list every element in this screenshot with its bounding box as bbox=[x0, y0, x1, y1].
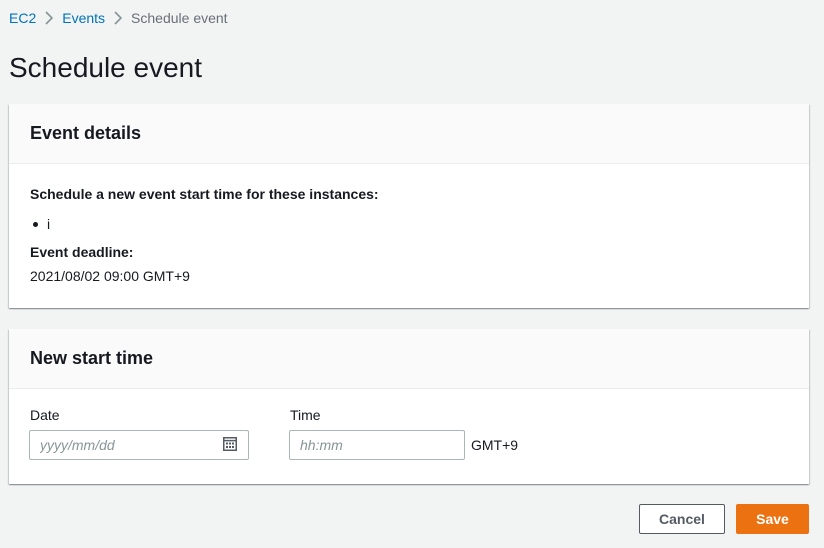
save-button[interactable]: Save bbox=[736, 504, 809, 534]
instances-label: Schedule a new event start time for thes… bbox=[30, 186, 379, 202]
instance-list: i bbox=[30, 215, 788, 233]
cancel-button[interactable]: Cancel bbox=[639, 504, 725, 534]
breadcrumb-item-events[interactable]: Events bbox=[62, 10, 105, 26]
time-input[interactable] bbox=[289, 430, 465, 460]
chevron-right-icon bbox=[36, 9, 62, 27]
list-item: i bbox=[30, 215, 788, 233]
date-input[interactable] bbox=[29, 430, 249, 460]
new-start-time-heading: New start time bbox=[30, 348, 154, 368]
deadline-label: Event deadline: bbox=[30, 244, 134, 260]
deadline-value: 2021/08/02 09:00 GMT+9 bbox=[30, 268, 190, 284]
event-details-header: Event details bbox=[9, 104, 809, 164]
new-start-time-body: Date Time GMT+9 bbox=[9, 389, 809, 484]
event-details-panel: Event details Schedule a new event start… bbox=[9, 104, 809, 308]
instance-id: i bbox=[47, 216, 51, 232]
time-label: Time bbox=[290, 407, 321, 423]
chevron-right-icon bbox=[105, 9, 131, 27]
breadcrumb-item-ec2[interactable]: EC2 bbox=[9, 10, 36, 26]
timezone-label: GMT+9 bbox=[471, 437, 519, 453]
calendar-icon[interactable] bbox=[223, 437, 237, 451]
date-label: Date bbox=[30, 407, 60, 423]
new-start-time-header: New start time bbox=[9, 329, 809, 389]
breadcrumb-current: Schedule event bbox=[131, 10, 228, 26]
event-details-body: Schedule a new event start time for thes… bbox=[9, 164, 809, 284]
breadcrumb: EC2 Events Schedule event bbox=[9, 9, 228, 27]
event-details-heading: Event details bbox=[30, 123, 142, 143]
bullet-icon bbox=[33, 221, 38, 227]
new-start-time-panel: New start time Date Time GMT+9 bbox=[9, 329, 809, 484]
page-title: Schedule event bbox=[9, 52, 203, 83]
